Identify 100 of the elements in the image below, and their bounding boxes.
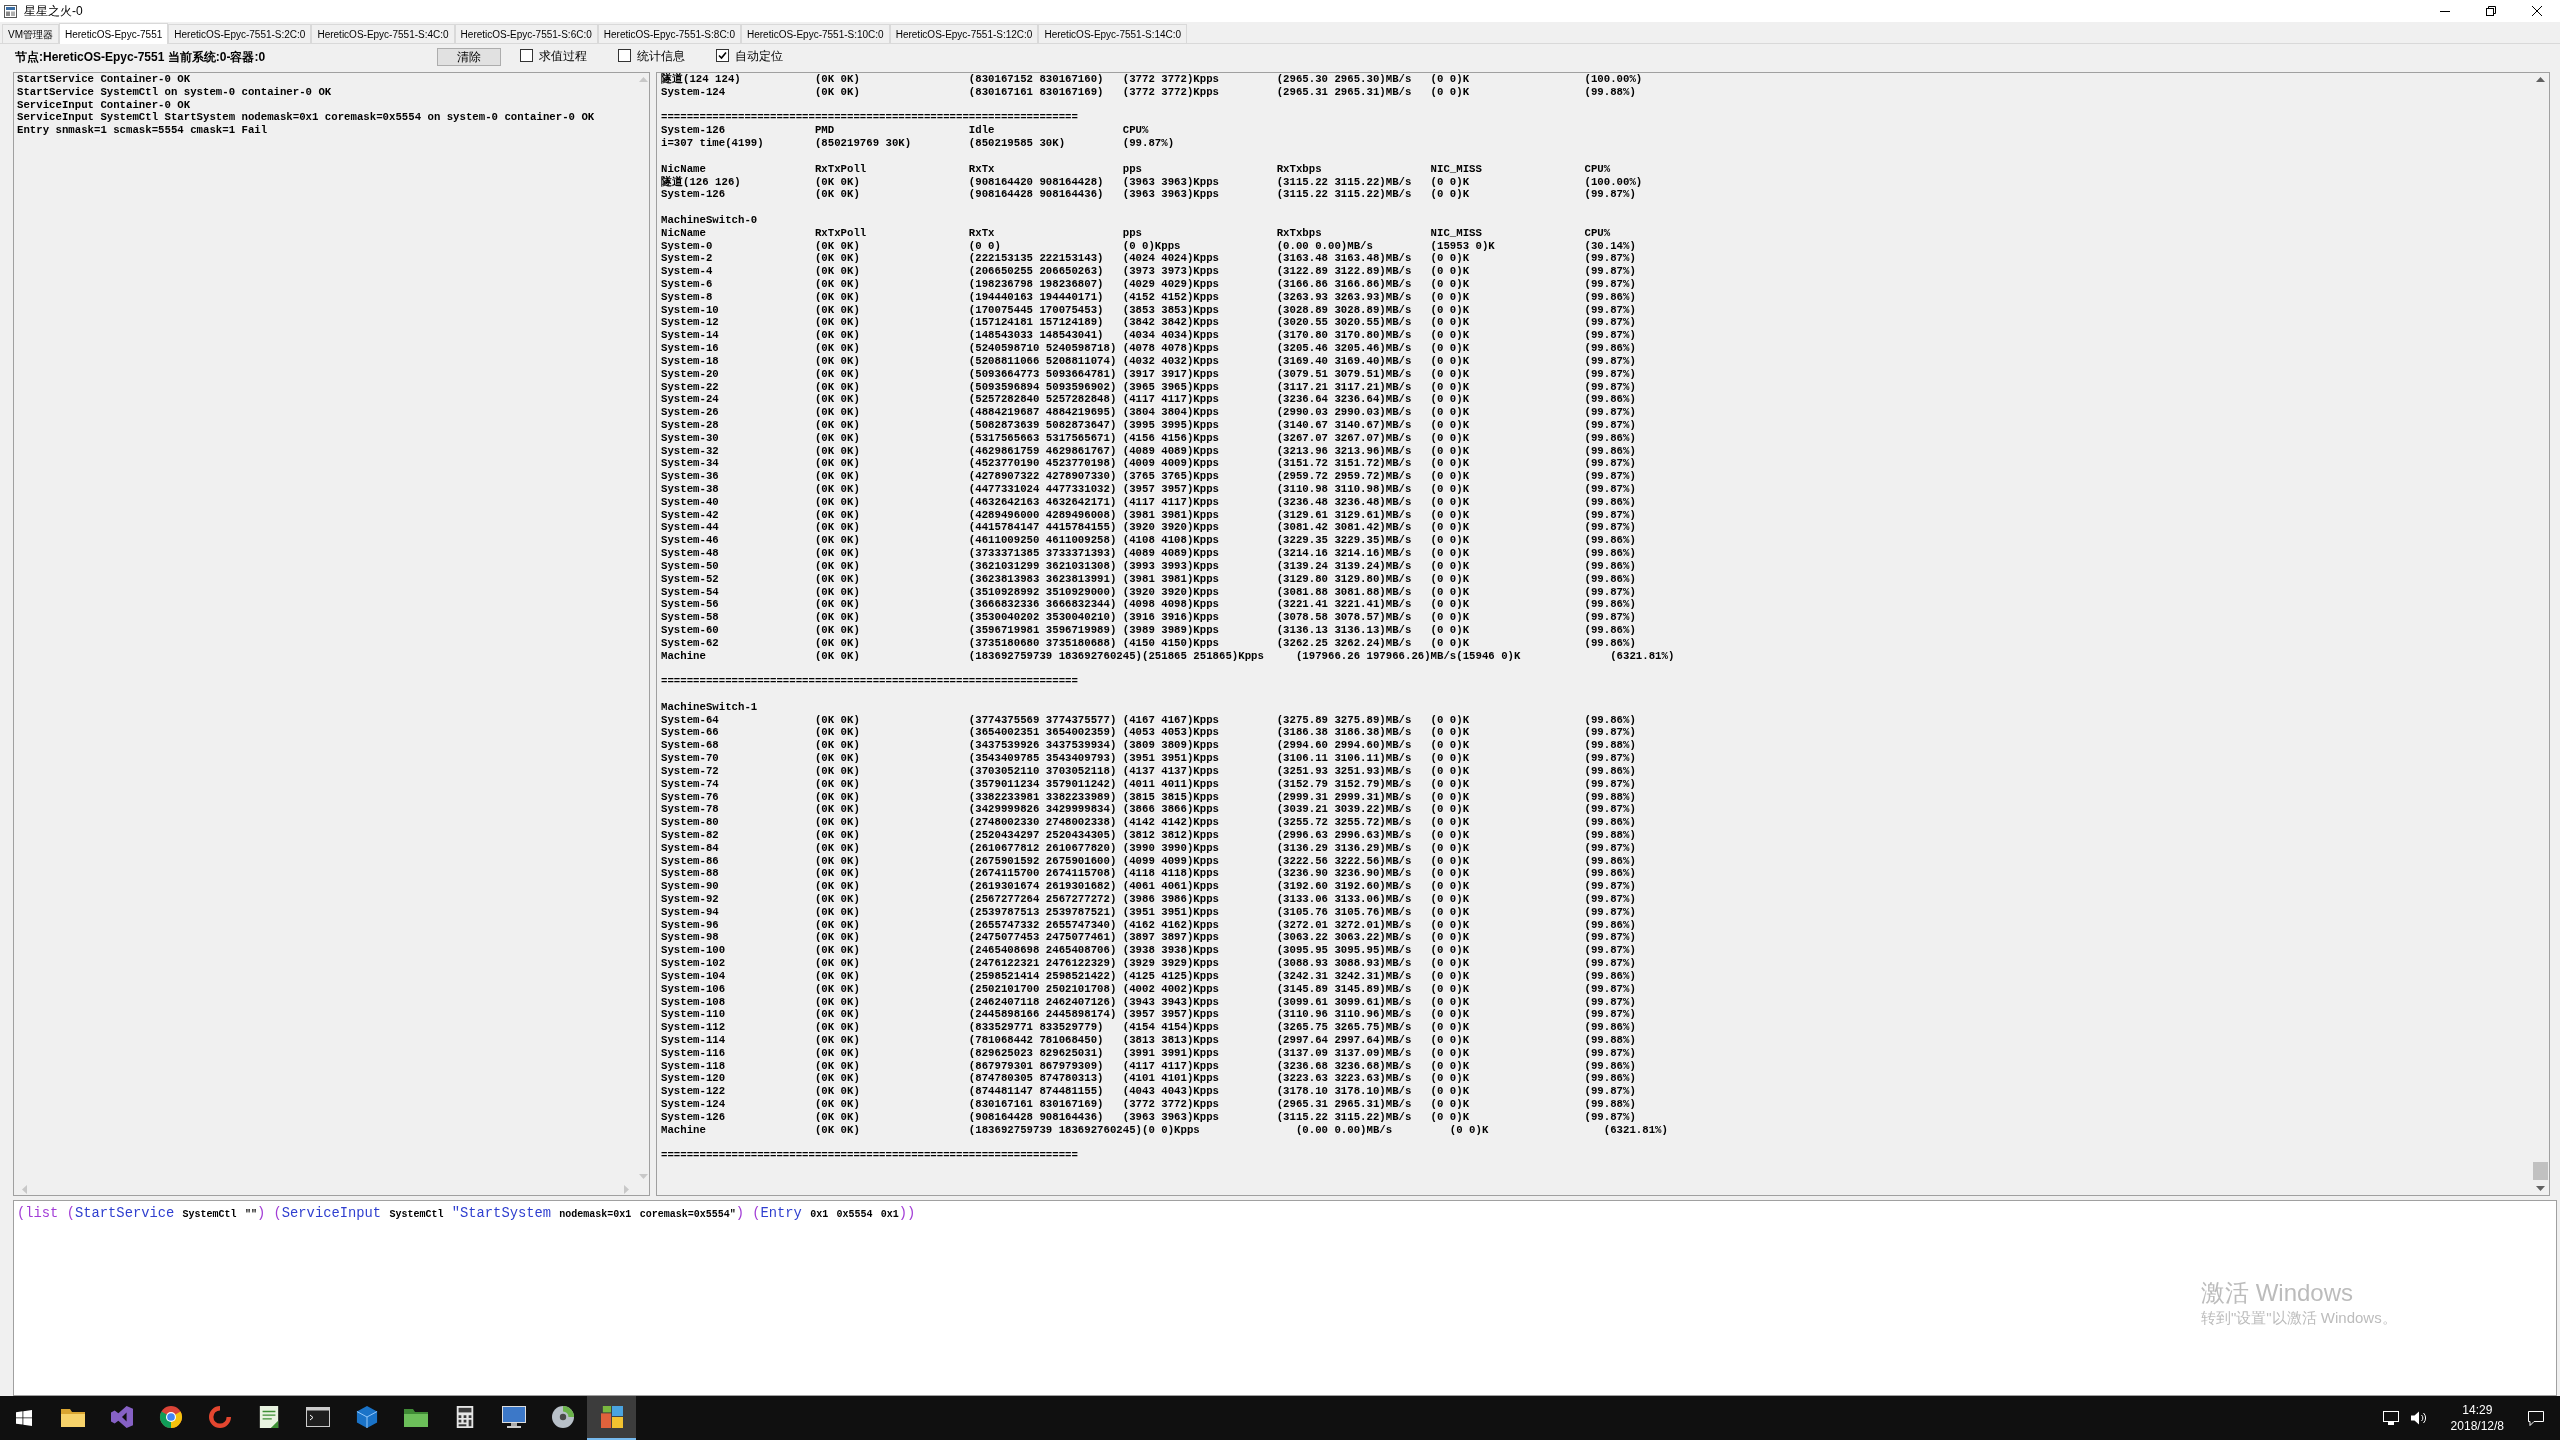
table-cell: (4629861759 4629861767) [968,444,1117,457]
table-cell: (3081.88 3081.88)MB/s [1276,585,1412,598]
table-cell: (0K 0K) [814,969,860,982]
table-cell: (99.87%) [1584,470,1636,483]
round-logo-icon [158,1406,183,1428]
scrollbar-thumb[interactable] [2533,1162,2548,1180]
table-cell: (0K 0K) [814,303,860,316]
table-cell: (99.86%) [1584,598,1636,611]
table-cell: (0K 0K) [814,1021,860,1034]
table-cell: (99.86%) [1584,969,1636,982]
checkbox[interactable]: 统计信息 [618,46,685,65]
table-cell: System-62 [661,636,719,649]
table-cell: (0 0)K [1430,367,1470,380]
table-cell: (0K 0K) [814,265,860,278]
table-cell: (4156 4156)Kpps [1122,431,1219,444]
table-cell: (2674115700 2674115708) [968,867,1117,880]
tab[interactable]: HereticOS-Epyc-7551 [59,23,169,44]
table-cell: (3963 3963)Kpps [1122,175,1219,188]
table-cell: (829625023 829625031) [968,1046,1104,1059]
table-cell: (5317565663 5317565671) [968,431,1117,444]
table-cell: (99.87%) [1584,1110,1636,1123]
table-cell: (0 0)K [1430,816,1470,829]
table-cell: (3995 3995)Kpps [1122,418,1219,431]
table-cell: (3115.22 3115.22)MB/s [1276,175,1412,188]
table-cell: (99.87%) [1584,329,1636,342]
table-cell: (3106.11 3106.11)MB/s [1276,752,1412,765]
terminal-icon [305,1406,330,1428]
table-cell: (0K 0K) [814,752,860,765]
table-cell: (4089 4089)Kpps [1122,547,1219,560]
table-cell: (4108 4108)Kpps [1122,534,1219,547]
table-cell: (99.87%) [1584,893,1636,905]
table-cell: (3242.31 3242.31)MB/s [1276,969,1412,982]
table-cell: (0 0)K [1430,995,1470,1008]
table-cell: (3853 3853)Kpps [1122,303,1219,316]
table-cell: (2539787513 2539787521) [968,905,1117,918]
table-cell: (3152.79 3152.79)MB/s [1276,777,1412,790]
table-cell: (0 0)K [1430,175,1470,188]
tab[interactable]: HereticOS-Epyc-7551-S:14C:0 [1038,24,1188,43]
table-cell: (99.87%) [1584,1085,1636,1098]
table-cell: (0 0)K [1430,623,1470,636]
checkbox[interactable]: 求值过程 [520,46,587,65]
table-cell: (0K 0K) [814,431,860,444]
clear-button[interactable]: 清除 [437,48,501,66]
clock-time: 14:29 [2462,1402,2493,1418]
table-cell: i=307 time(4199) [661,137,764,150]
table-cell: (4098 4098)Kpps [1122,598,1219,611]
table-cell: (0K 0K) [814,777,860,790]
table-cell: (15946 0)K [1456,649,1521,662]
table-cell: (99.87%) [1584,611,1636,624]
tab[interactable]: HereticOS-Epyc-7551-S:8C:0 [597,24,741,43]
table-cell: System-64 [661,713,719,726]
table-cell: (0 0)K [1430,944,1470,957]
tab[interactable]: HereticOS-Epyc-7551-S:12C:0 [889,24,1039,43]
tab[interactable]: HereticOS-Epyc-7551-S:6C:0 [454,24,598,43]
table-cell: (0K 0K) [814,1085,860,1098]
table-cell: (0 0)Kpps [1142,1123,1200,1136]
table-cell: NIC_MISS [1430,226,1482,239]
table-cell: (830167152 830167160) [968,73,1104,85]
table-cell: (4011 4011)Kpps [1122,777,1219,790]
table-cell: (100.00%) [1584,175,1643,188]
table-cell: (3028.89 3028.89)MB/s [1276,303,1412,316]
table-cell: (4024 4024)Kpps [1122,252,1219,265]
table-cell: System-110 [661,1008,726,1021]
table-cell: (2748002330 2748002338) [968,816,1117,829]
table-cell: (3812 3812)Kpps [1122,828,1219,841]
table-cell: System-0 [661,239,713,252]
table-cell: (3981 3981)Kpps [1122,572,1219,585]
table-cell: System-104 [661,969,726,982]
table-cell: (0K 0K) [814,1098,860,1110]
checkbox[interactable]: 自动定位 [716,46,783,65]
table-cell: (4289496000 4289496008) [968,508,1117,521]
table-cell: (3229.35 3229.35)MB/s [1276,534,1412,547]
tab[interactable]: HereticOS-Epyc-7551-S:10C:0 [740,24,890,43]
table-cell: (99.87%) [1584,265,1636,278]
table-cell: (0 0)K [1430,470,1470,483]
table-cell: (850219585 30K) [968,137,1066,150]
tab[interactable]: HereticOS-Epyc-7551-S:2C:0 [168,24,312,43]
table-cell: (3809 3809)Kpps [1122,739,1219,752]
table-cell: System-126 [661,1110,726,1123]
table-cell: (99.87%) [1584,982,1636,995]
table-cell: (4152 4152)Kpps [1122,290,1219,303]
table-cell: (2619301674 2619301682) [968,880,1117,893]
table-cell: (3772 3772)Kpps [1122,73,1219,85]
table-cell: (3236.64 3236.64)MB/s [1276,393,1412,406]
table-cell: (0K 0K) [814,636,860,649]
table-cell: (3990 3990)Kpps [1122,841,1219,854]
taskbar-app[interactable] [587,1396,636,1440]
tab[interactable]: VM管理器 [2,24,59,43]
table-cell: (3957 3957)Kpps [1122,483,1219,495]
table-cell: (3110.96 3110.96)MB/s [1276,1008,1412,1021]
table-cell: (2567277264 2567277272) [968,893,1117,905]
speech-bubble-icon [2528,1410,2544,1426]
tab[interactable]: HereticOS-Epyc-7551-S:4C:0 [311,24,455,43]
table-cell: (0K 0K) [814,73,860,85]
table-cell: (867979301 867979309) [968,1059,1104,1072]
table-cell: System-108 [661,995,726,1008]
table-cell: (874780305 874780313) [968,1072,1104,1085]
table-cell: (99.88%) [1584,1098,1636,1110]
table-cell: (99.86%) [1584,713,1636,726]
table-cell: (3815 3815)Kpps [1122,790,1219,803]
